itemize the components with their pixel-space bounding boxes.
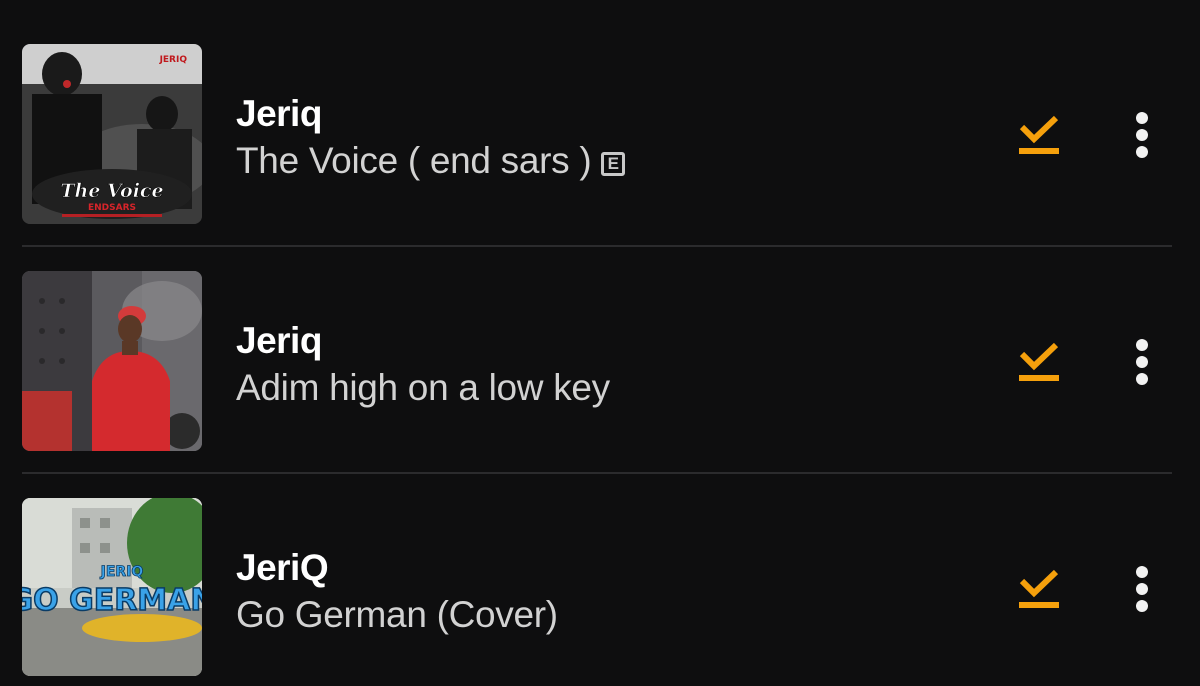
more-vertical-icon[interactable] [1122, 108, 1162, 162]
track-title: Adim high on a low key [236, 367, 610, 408]
more-vertical-icon[interactable] [1122, 335, 1162, 389]
track-row[interactable]: GO GERMAN JERIQ JeriQ Go German (Cover) [0, 454, 1200, 681]
artwork-logo-text: JERIQ [159, 55, 188, 65]
download-done-icon[interactable] [1013, 564, 1065, 614]
artwork-subtitle-text: ENDSARS [88, 203, 136, 213]
track-list: The Voice ENDSARS JERIQ Jeriq The Voice … [0, 0, 1200, 686]
artwork-title-text: The Voice [60, 180, 163, 202]
download-done-icon[interactable] [1013, 110, 1065, 160]
artist-name: JeriQ [236, 547, 329, 588]
explicit-badge-icon: E [601, 151, 626, 176]
download-done-icon[interactable] [1013, 337, 1065, 387]
track-title: The Voice ( end sars ) [236, 140, 592, 181]
artist-name: Jeriq [236, 320, 322, 361]
track-title: Go German (Cover) [236, 594, 558, 635]
artist-name: Jeriq [236, 93, 322, 134]
artwork-logo-text: JERIQ [100, 564, 144, 580]
album-artwork[interactable]: The Voice ENDSARS JERIQ [22, 44, 202, 224]
track-info[interactable]: JeriQ Go German (Cover) [236, 546, 558, 640]
album-artwork[interactable]: GO GERMAN JERIQ [22, 498, 202, 676]
artwork-title-text: GO GERMAN [22, 583, 202, 618]
track-info[interactable]: Jeriq The Voice ( end sars ) E [236, 92, 626, 186]
track-info[interactable]: Jeriq Adim high on a low key [236, 319, 610, 413]
track-row[interactable]: Jeriq Adim high on a low key [0, 227, 1200, 474]
more-vertical-icon[interactable] [1122, 562, 1162, 616]
album-artwork[interactable] [22, 271, 202, 451]
track-row[interactable]: The Voice ENDSARS JERIQ Jeriq The Voice … [0, 0, 1200, 247]
